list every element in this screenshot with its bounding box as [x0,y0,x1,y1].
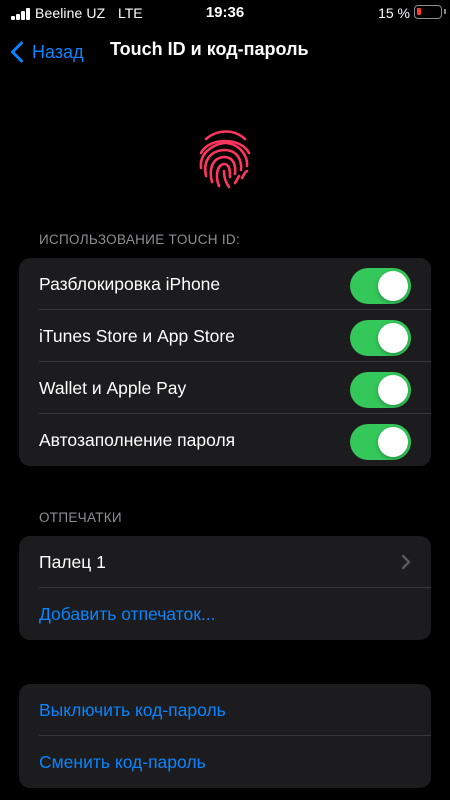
turn-off-passcode-button[interactable]: Выключить код-пароль [19,684,431,736]
fingerprint-row-finger-1[interactable]: Палец 1 [19,536,431,588]
add-fingerprint-label: Добавить отпечаток... [39,603,216,624]
touch-id-section-header: ИСПОЛЬЗОВАНИЕ TOUCH ID: [39,232,240,247]
itunes-app-store-toggle[interactable] [350,320,411,356]
turn-off-passcode-label: Выключить код-пароль [39,699,226,720]
back-button[interactable]: Назад [10,38,84,66]
setting-row-itunes-app-store: iTunes Store и App Store [19,310,431,362]
setting-row-unlock-iphone: Разблокировка iPhone [19,258,431,310]
battery-icon [414,5,446,19]
wallet-apple-pay-toggle[interactable] [350,372,411,408]
finger-label: Палец 1 [39,551,106,572]
page-title: Touch ID и код-пароль [110,39,309,59]
setting-label: iTunes Store и App Store [39,325,235,346]
setting-label: Автозаполнение пароля [39,429,236,450]
add-fingerprint-button[interactable]: Добавить отпечаток... [19,588,431,640]
setting-label: Разблокировка iPhone [39,273,221,294]
chevron-left-icon [11,41,23,63]
chevron-right-icon [401,554,411,570]
unlock-iphone-toggle[interactable] [350,268,411,304]
passcode-group: Выключить код-пароль Сменить код-пароль [19,684,431,788]
setting-row-password-autofill: Автозаполнение пароля [19,414,431,466]
setting-label: Wallet и Apple Pay [39,377,187,398]
touch-id-settings-group: Разблокировка iPhone iTunes Store и App … [19,258,431,466]
change-passcode-label: Сменить код-пароль [39,751,206,772]
setting-row-wallet-apple-pay: Wallet и Apple Pay [19,362,431,414]
back-button-label: Назад [32,41,84,62]
status-bar: Beeline UZ LTE 19:36 15 % [0,0,450,26]
password-autofill-toggle[interactable] [350,424,411,460]
fingerprint-icon [199,130,251,189]
battery-percent: 15 % [378,5,410,21]
fingerprints-section-header: ОТПЕЧАТКИ [39,510,122,525]
fingerprints-group: Палец 1 Добавить отпечаток... [19,536,431,640]
change-passcode-button[interactable]: Сменить код-пароль [19,736,431,788]
